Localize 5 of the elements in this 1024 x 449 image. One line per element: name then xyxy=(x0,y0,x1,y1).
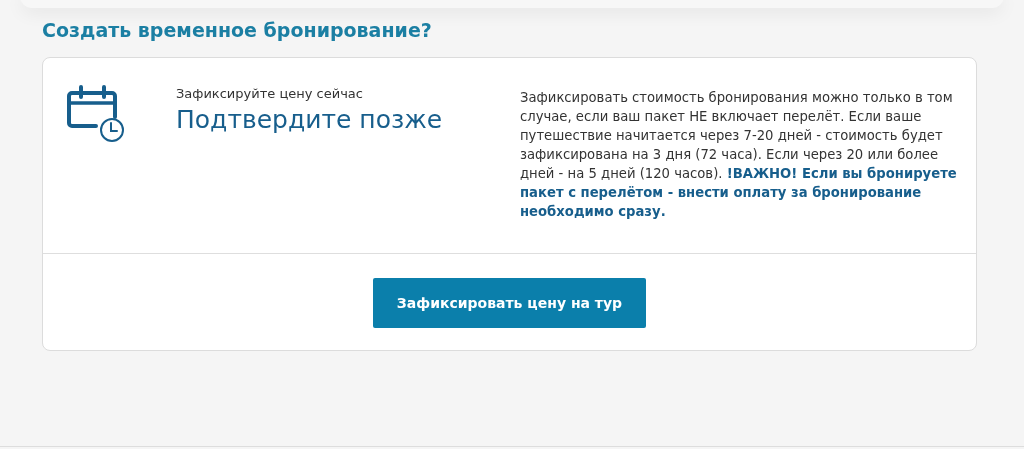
fix-price-button[interactable]: Зафиксировать цену на тур xyxy=(373,278,646,328)
offer-kicker: Зафиксируйте цену сейчас xyxy=(176,86,364,101)
offer-title: Подтвердите позже xyxy=(176,105,444,134)
offer-description: Зафиксировать стоимость бронирования можно только в том случае, если ваш пакет НЕ включает перелёт. Если ваше путешествие начитается через 7-20 дней - стоимость будет зафиксирована на 3 дня (72 часа). Если через 20 или более дней - на 5 дней (120 часов). !ВАЖНО! Если вы бронируете пакет с перелётом - внести оплату за бронирование необходимо сразу. xyxy=(520,89,958,221)
section-heading: Создать временное бронирование? xyxy=(42,18,433,43)
